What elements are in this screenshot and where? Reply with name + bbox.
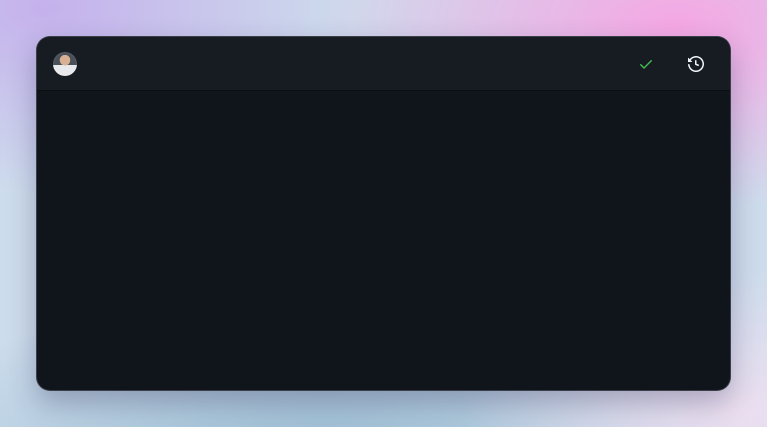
file-table-body — [37, 91, 730, 390]
repo-file-browser — [36, 36, 731, 391]
commit-history-link[interactable] — [688, 56, 714, 72]
check-icon — [638, 56, 654, 72]
avatar[interactable] — [53, 52, 77, 76]
history-icon — [688, 56, 704, 72]
latest-commit-header — [37, 37, 730, 91]
